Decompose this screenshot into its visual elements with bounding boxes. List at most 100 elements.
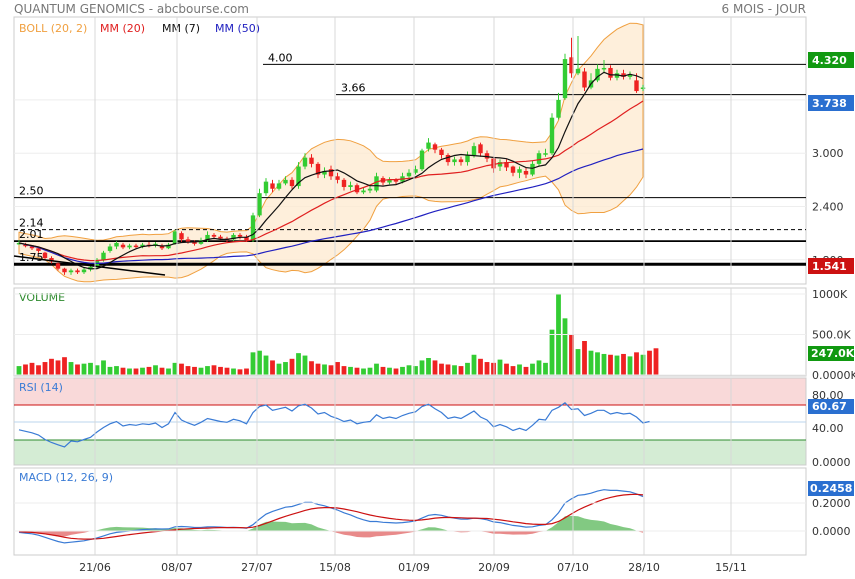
candle-body	[81, 269, 87, 273]
x-tick-label: 28/10	[628, 561, 660, 574]
volume-bar	[166, 368, 171, 375]
volume-bar	[88, 362, 93, 375]
candle-body	[302, 157, 308, 167]
candle-body	[582, 71, 587, 88]
candle-body	[517, 169, 522, 173]
candle-body	[211, 234, 217, 237]
volume-bar	[445, 364, 451, 375]
candle-body	[445, 154, 451, 163]
volume-bar	[198, 367, 204, 375]
candle-body	[536, 153, 542, 164]
volume-bar	[127, 368, 132, 375]
volume-bar	[653, 348, 659, 375]
rsi-overbought-zone	[14, 378, 806, 405]
candle-body	[374, 176, 379, 191]
volume-bar	[42, 362, 48, 375]
volume-bar	[140, 367, 145, 375]
legend-mm20: MM (20)	[100, 22, 145, 35]
volume-bar	[374, 363, 379, 375]
candle-body	[432, 144, 438, 150]
volume-bar	[114, 366, 119, 375]
volume-bar	[387, 367, 392, 375]
volume-panel: VOLUME 1000K 500.0K 0.0000K 247.0K	[13, 287, 855, 382]
svg-text:247.0K: 247.0K	[811, 347, 855, 360]
badge-last: 3.738	[808, 95, 854, 111]
volume-bar	[328, 365, 334, 375]
badge-high: 4.320	[808, 52, 854, 68]
candle-body	[341, 179, 347, 187]
candle-body	[471, 146, 477, 155]
svg-text:4.320: 4.320	[812, 54, 847, 67]
volume-bar	[426, 358, 431, 375]
x-tick-label: 20/09	[478, 561, 510, 574]
volume-bar	[257, 350, 262, 375]
macd-panel: MACD (12, 26, 9) 0.2000 0.0000 0.2458	[13, 467, 854, 556]
support-label-2.50: 2.50	[19, 185, 44, 198]
candle-body	[289, 179, 295, 187]
volume-bar	[29, 362, 35, 375]
candle-body	[439, 149, 444, 155]
candle-body	[179, 233, 184, 240]
volume-bar	[55, 360, 61, 375]
volume-bar	[36, 365, 41, 375]
volume-bar	[192, 366, 197, 375]
volume-bar	[153, 365, 158, 375]
macd-tick-label: 0.2000	[812, 497, 851, 510]
volume-tick-label: 0.0000K	[812, 369, 855, 382]
volume-bar	[322, 364, 327, 375]
volume-tick-label: 1000K	[812, 288, 848, 301]
legend-mm50: MM (50)	[215, 22, 260, 35]
volume-bar	[224, 367, 230, 375]
volume-bar	[439, 363, 444, 375]
volume-bar	[23, 364, 28, 375]
candle-body	[283, 179, 288, 184]
price-panel: 4.003.662.502.142.011.75 3.6003.0002.400…	[13, 16, 854, 285]
candle-body	[276, 183, 282, 189]
candle-body	[120, 244, 126, 248]
volume-bar	[634, 352, 639, 375]
volume-bar	[263, 355, 269, 375]
legend-boll: BOLL (20, 2)	[19, 22, 87, 35]
candle-body	[406, 172, 412, 177]
candle-body	[640, 87, 646, 89]
rsi-oversold-zone	[14, 440, 806, 465]
candle-body	[478, 144, 483, 154]
legend-mm7: MM (7)	[162, 22, 200, 35]
volume-bar	[575, 349, 581, 375]
volume-bar	[419, 360, 425, 375]
volume-bar	[517, 364, 522, 375]
candle-body	[335, 176, 340, 180]
volume-bar	[380, 366, 386, 375]
volume-bar	[120, 367, 126, 375]
volume-bar	[211, 365, 217, 375]
candle-body	[348, 185, 353, 187]
candle-body	[218, 236, 223, 239]
candle-body	[367, 188, 373, 191]
volume-bar	[62, 357, 67, 375]
volume-bar	[231, 368, 236, 375]
x-tick-label: 27/07	[241, 561, 273, 574]
volume-bar	[497, 359, 503, 375]
volume-bar	[614, 355, 620, 375]
candle-body	[556, 99, 561, 118]
candle-body	[523, 170, 529, 175]
volume-tick-label: 500.0K	[812, 329, 851, 342]
volume-bar	[543, 362, 548, 375]
svg-text:60.67: 60.67	[812, 400, 847, 413]
badge-rsi: 60.67	[808, 399, 854, 414]
macd-line	[18, 489, 644, 544]
volume-bar	[627, 356, 633, 375]
x-tick-label: 08/07	[161, 561, 193, 574]
candle-body	[426, 142, 431, 149]
macd-tick-label: 0.0000	[812, 525, 851, 538]
volume-bar	[640, 354, 646, 375]
candle-body	[530, 163, 535, 175]
x-tick-label: 21/06	[79, 561, 111, 574]
stock-chart: QUANTUM GENOMICS - abcbourse.com 6 MOIS …	[13, 2, 855, 574]
x-tick-label: 15/11	[715, 561, 747, 574]
candle-body	[608, 67, 613, 78]
volume-bar	[647, 350, 652, 375]
candle-body	[601, 67, 607, 70]
volume-bar	[315, 363, 321, 375]
candle-body	[55, 263, 61, 269]
